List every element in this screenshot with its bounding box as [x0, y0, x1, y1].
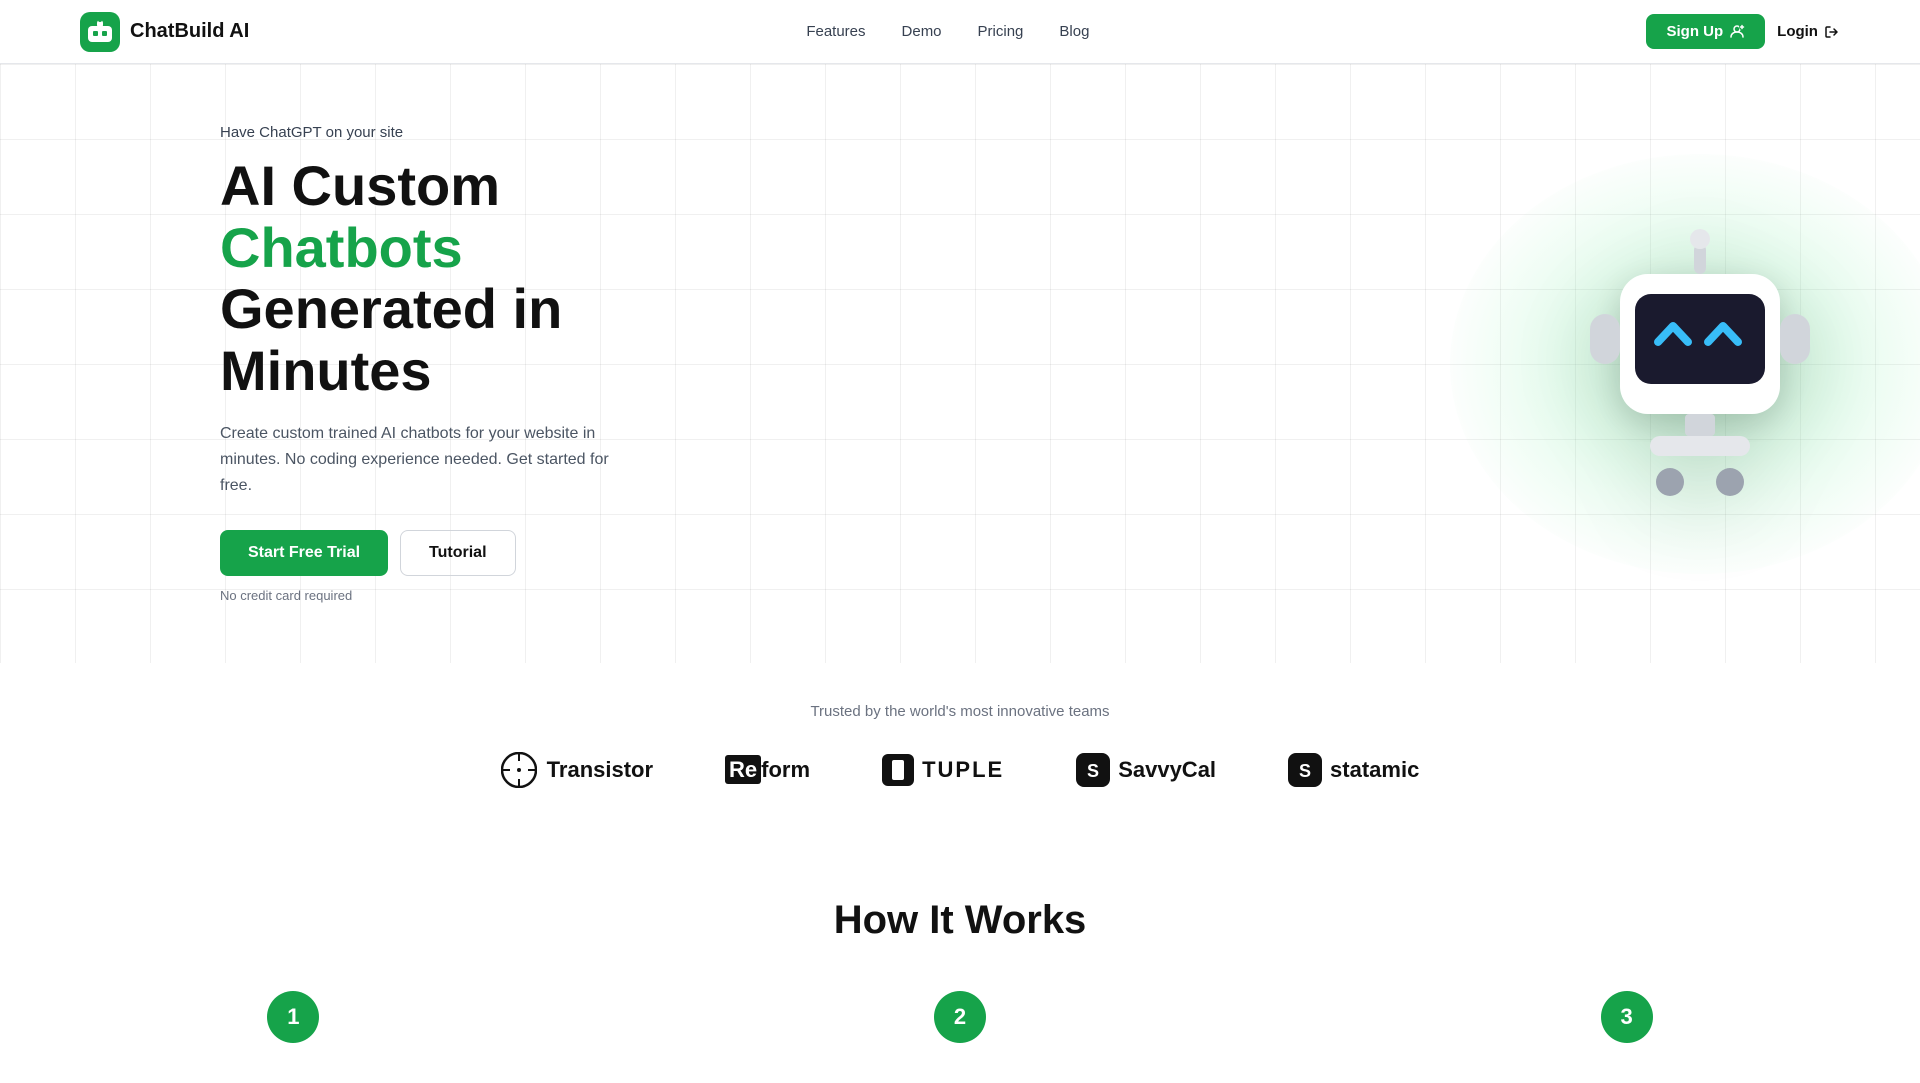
trusted-label: Trusted by the world's most innovative t… — [0, 703, 1920, 720]
signup-icon — [1729, 24, 1745, 40]
how-it-works-section: How It Works 1 2 3 — [0, 818, 1920, 1083]
brand-name: ChatBuild AI — [130, 20, 249, 43]
hero-buttons: Start Free Trial Tutorial — [220, 530, 620, 576]
tuple-logo: TUPLE — [882, 754, 1004, 786]
svg-text:S: S — [1087, 761, 1099, 781]
nav-links: Features Demo Pricing Blog — [806, 23, 1089, 40]
brand-logo[interactable]: ChatBuild AI — [80, 12, 249, 52]
login-icon — [1824, 24, 1840, 40]
trusted-section: Trusted by the world's most innovative t… — [0, 663, 1920, 818]
navbar: ChatBuild AI Features Demo Pricing Blog … — [0, 0, 1920, 64]
transistor-icon — [501, 752, 537, 788]
tuple-name: TUPLE — [922, 757, 1004, 783]
login-button[interactable]: Login — [1777, 23, 1840, 40]
statamic-icon: S — [1288, 753, 1322, 787]
nav-blog[interactable]: Blog — [1059, 23, 1089, 40]
step-2: 2 — [934, 991, 986, 1043]
statamic-name: statamic — [1330, 757, 1419, 783]
savvycal-logo: S SavvyCal — [1076, 753, 1216, 787]
brand-logo-icon — [80, 12, 120, 52]
hero-title-green: Chatbots — [220, 216, 463, 279]
tuple-icon — [882, 754, 914, 786]
robot-illustration — [1560, 204, 1840, 524]
trusted-logos: Transistor Reform TUPLE S SavvyCal — [0, 752, 1920, 788]
nav-demo[interactable]: Demo — [902, 23, 942, 40]
transistor-logo: Transistor — [501, 752, 653, 788]
signup-button[interactable]: Sign Up — [1646, 14, 1765, 49]
nav-pricing[interactable]: Pricing — [978, 23, 1024, 40]
hero-title-black1: AI Custom — [220, 154, 500, 217]
hero-description: Create custom trained AI chatbots for yo… — [220, 421, 620, 498]
savvycal-name: SavvyCal — [1118, 757, 1216, 783]
how-steps: 1 2 3 — [0, 991, 1920, 1063]
reform-name: Reform — [725, 757, 810, 783]
transistor-name: Transistor — [547, 757, 653, 783]
step-3: 3 — [1601, 991, 1653, 1043]
hero-eyebrow: Have ChatGPT on your site — [220, 124, 620, 141]
reform-re: Re — [725, 755, 761, 784]
hero-section: Have ChatGPT on your site AI Custom Chat… — [0, 64, 1920, 663]
statamic-logo: S statamic — [1288, 753, 1419, 787]
hero-content: Have ChatGPT on your site AI Custom Chat… — [0, 64, 620, 663]
nav-actions: Sign Up Login — [1646, 14, 1840, 49]
hero-title: AI Custom Chatbots Generated in Minutes — [220, 155, 620, 401]
nav-features[interactable]: Features — [806, 23, 865, 40]
reform-logo: Reform — [725, 757, 810, 783]
robot-svg-wrap — [1560, 204, 1840, 524]
savvycal-icon: S — [1076, 753, 1110, 787]
robot-svg — [1570, 214, 1830, 514]
hero-title-black2: Generated in Minutes — [220, 277, 562, 402]
step-1: 1 — [267, 991, 319, 1043]
tutorial-button[interactable]: Tutorial — [400, 530, 515, 576]
svg-text:S: S — [1299, 761, 1311, 781]
how-title: How It Works — [0, 898, 1920, 943]
no-credit-text: No credit card required — [220, 588, 620, 603]
start-trial-button[interactable]: Start Free Trial — [220, 530, 388, 576]
